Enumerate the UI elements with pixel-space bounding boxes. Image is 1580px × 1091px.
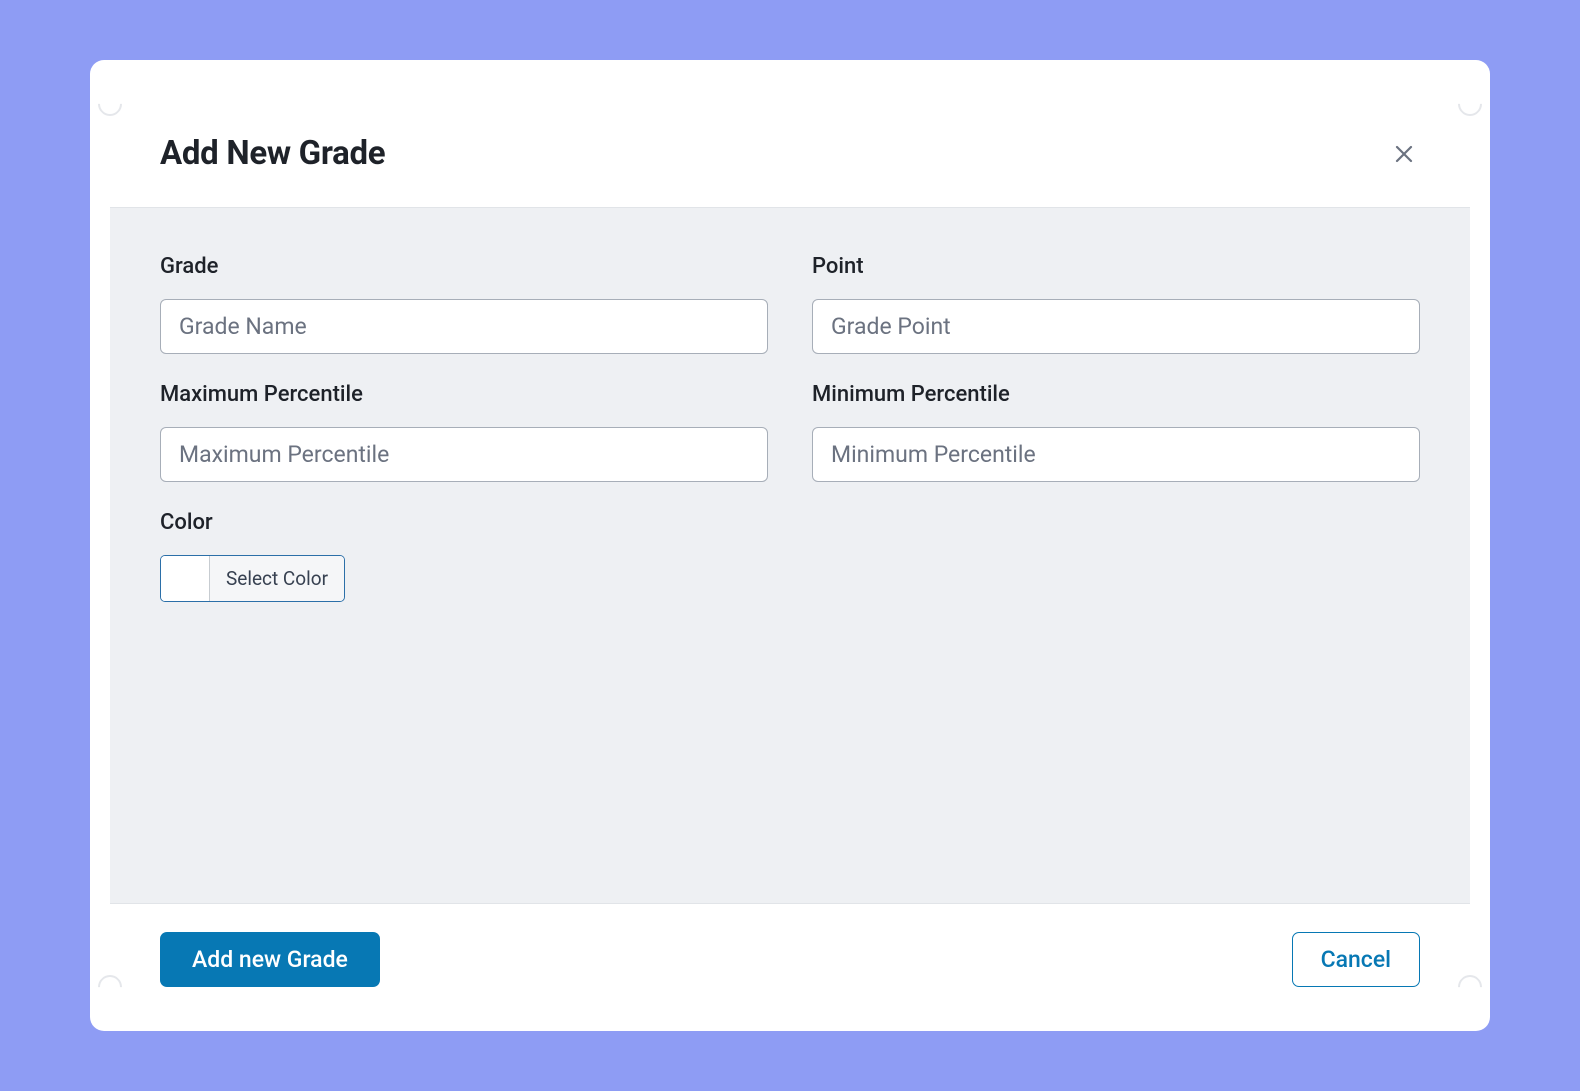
min-percentile-field-group: Minimum Percentile [812,382,1420,482]
outer-container: Add New Grade Grade Point Ma [90,60,1490,1031]
modal-footer: Add new Grade Cancel [110,904,1470,987]
min-percentile-label: Minimum Percentile [812,382,1420,407]
point-label: Point [812,254,1420,279]
grade-label: Grade [160,254,768,279]
modal-header: Add New Grade [110,104,1470,208]
close-button[interactable] [1388,138,1420,170]
add-grade-button[interactable]: Add new Grade [160,932,380,987]
color-field-group: Color Select Color [160,510,768,602]
modal-body: Grade Point Maximum Percentile Minimum P… [110,208,1470,904]
form-grid: Grade Point Maximum Percentile Minimum P… [160,254,1420,602]
max-percentile-input[interactable] [160,427,768,482]
point-input[interactable] [812,299,1420,354]
color-picker-label: Select Color [210,556,344,601]
color-picker[interactable]: Select Color [160,555,345,602]
cancel-button[interactable]: Cancel [1292,932,1420,987]
color-swatch [161,556,210,601]
grade-field-group: Grade [160,254,768,354]
modal-title: Add New Grade [160,134,385,173]
color-label: Color [160,510,768,535]
max-percentile-field-group: Maximum Percentile [160,382,768,482]
max-percentile-label: Maximum Percentile [160,382,768,407]
point-field-group: Point [812,254,1420,354]
add-grade-modal: Add New Grade Grade Point Ma [110,104,1470,987]
grade-input[interactable] [160,299,768,354]
close-icon [1392,142,1416,166]
min-percentile-input[interactable] [812,427,1420,482]
